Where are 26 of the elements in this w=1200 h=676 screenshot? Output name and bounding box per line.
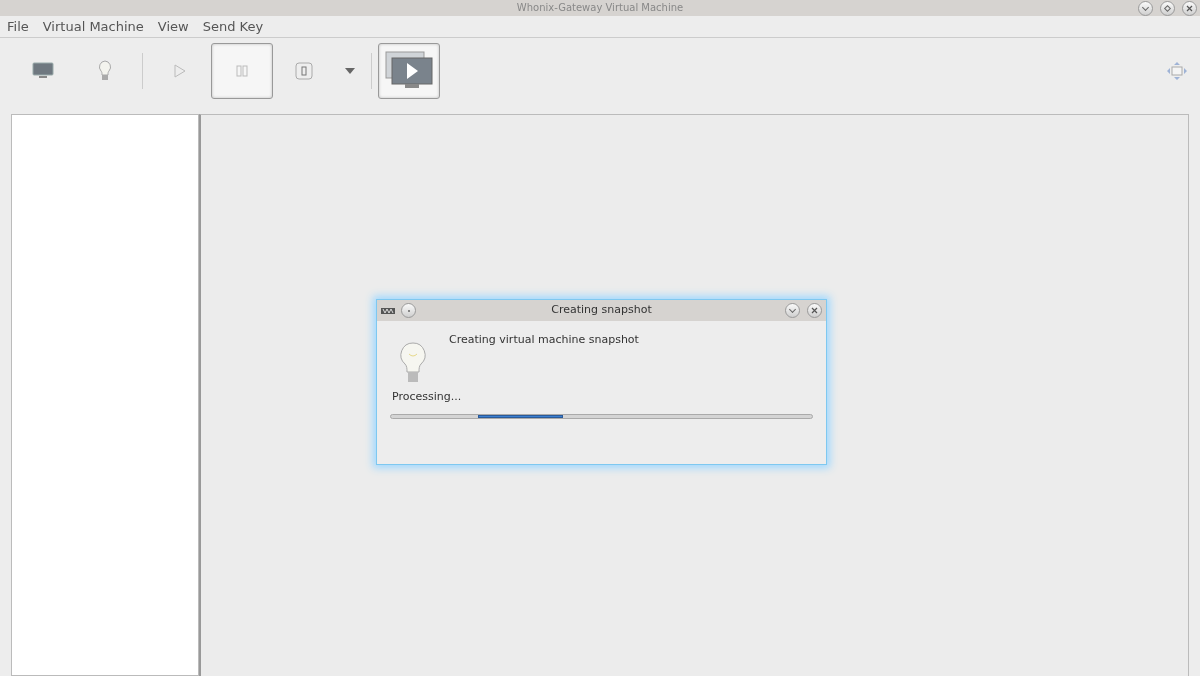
play-icon <box>173 63 187 79</box>
close-icon <box>1186 5 1193 12</box>
menu-button[interactable] <box>401 303 416 318</box>
pause-icon <box>236 65 248 77</box>
light-bulb-icon <box>98 60 112 82</box>
menu-item[interactable]: File <box>7 16 29 37</box>
dialog-message: Creating virtual machine snapshot <box>449 332 639 348</box>
close-button[interactable] <box>1182 1 1197 16</box>
app-icon <box>381 306 395 315</box>
switch-icon <box>295 62 313 80</box>
close-icon <box>811 307 818 314</box>
maximize-button[interactable] <box>1160 1 1175 16</box>
menu-item[interactable]: Virtual Machine <box>42 16 144 37</box>
caret-icon <box>345 68 355 74</box>
dialog-title: Creating snapshot <box>551 302 652 319</box>
window-title: Whonix-Gateway Virtual Machine <box>516 3 684 13</box>
minimize-button[interactable] <box>785 303 800 318</box>
toolbar-button[interactable] <box>378 43 440 99</box>
close-button[interactable] <box>807 303 822 318</box>
menu-item[interactable]: Send Key <box>202 16 264 37</box>
toolbar-button[interactable] <box>211 43 273 99</box>
monitor-icon <box>32 62 54 80</box>
minimize-button[interactable] <box>1138 1 1153 16</box>
monitors-play-icon <box>385 51 433 91</box>
status-text: Processing... <box>391 389 463 405</box>
menu-item[interactable]: View <box>157 16 189 37</box>
